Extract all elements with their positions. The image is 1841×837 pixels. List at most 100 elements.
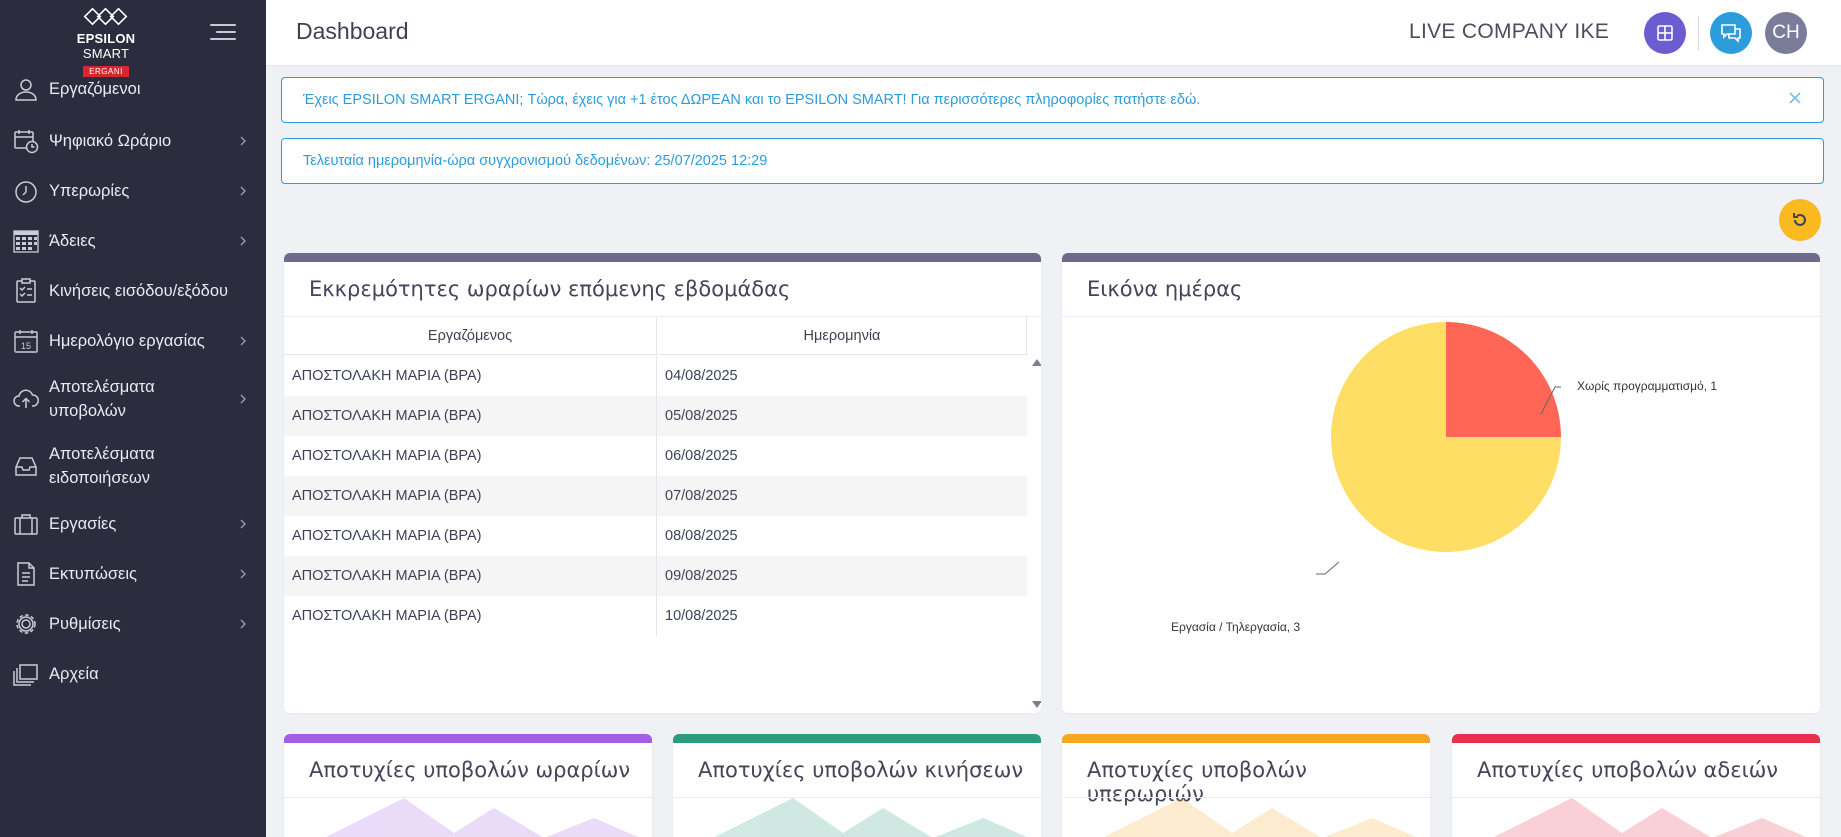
date-cell: 06/08/2025 (665, 448, 738, 464)
date-cell: 07/08/2025 (665, 488, 738, 504)
clipboard-check-icon (16, 278, 36, 303)
sidebar-item-work-calendar[interactable]: 15 Ημερολόγιο εργασίας (0, 328, 266, 354)
sidebar-item-label: Ημερολόγιο εργασίας (49, 332, 205, 350)
sidebar-item-label-line1: Αποτελέσματα (49, 445, 155, 463)
chevron-right-icon (240, 186, 246, 196)
logo-text: EPSILON SMART (56, 31, 156, 61)
messages-button[interactable] (1710, 12, 1752, 54)
column-header-date[interactable]: Ημερομηνία (657, 328, 1027, 344)
table-row[interactable]: ΑΠΟΣΤΟΛΑΚΗ ΜΑΡΙΑ (ΒΡΑ) 05/08/2025 (284, 396, 1027, 436)
card-top-bar (673, 734, 1041, 743)
employee-cell: ΑΠΟΣΤΟΛΑΚΗ ΜΑΡΙΑ (ΒΡΑ) (292, 568, 482, 584)
sidebar-item-label-line2: ειδοποιήσεων (49, 469, 150, 487)
pie-slice-0[interactable] (1446, 322, 1561, 437)
calendar-grid-icon (13, 230, 39, 253)
close-icon[interactable] (1787, 90, 1803, 106)
column-header-employee[interactable]: Εργαζόμενος (284, 328, 656, 344)
header-divider (1698, 16, 1699, 50)
sync-alert-text: Τελευταία ημερομηνία-ώρα συγχρονισμού δε… (303, 153, 768, 169)
card-background-chart (1494, 798, 1807, 837)
stopwatch-icon (15, 181, 37, 203)
card-title: Αποτυχίες υποβολών κινήσεων (698, 758, 1024, 782)
sidebar-item-label: Ψηφιακό Ωράριο (49, 132, 172, 150)
sidebar-item-notification-results[interactable]: Αποτελέσματα ειδοποιήσεων (0, 441, 266, 491)
sidebar-item-submission-results[interactable]: Αποτελέσματα υποβολών (0, 374, 266, 424)
sidebar-item-printouts[interactable]: Εκτυπώσεις (0, 561, 266, 587)
sidebar-item-label: Άδειες (49, 232, 96, 250)
sidebar-item-files[interactable]: Αρχεία (0, 661, 266, 687)
user-icon (15, 79, 37, 101)
company-name[interactable]: LIVE COMPANY IKE (1409, 20, 1609, 44)
card-background-chart (715, 798, 1028, 837)
inbox-icon (15, 457, 37, 476)
sidebar-item-tasks[interactable]: Εργασίες (0, 511, 266, 537)
employee-cell: ΑΠΟΣΤΟΛΑΚΗ ΜΑΡΙΑ (ΒΡΑ) (292, 608, 482, 624)
movement-failures-card: Αποτυχίες υποβολών κινήσεων (673, 734, 1041, 837)
leave-failures-card: Αποτυχίες υποβολών αδειών (1452, 734, 1820, 837)
table-row[interactable]: ΑΠΟΣΤΟΛΑΚΗ ΜΑΡΙΑ (ΒΡΑ) 08/08/2025 (284, 516, 1027, 556)
column-separator (656, 396, 657, 436)
date-cell: 09/08/2025 (665, 568, 738, 584)
card-background-chart (326, 798, 639, 837)
leader-line-work (1316, 561, 1340, 575)
sidebar-item-settings[interactable]: Ρυθμίσεις (0, 611, 266, 637)
chevron-right-icon (240, 519, 246, 529)
refresh-button[interactable] (1779, 199, 1821, 241)
card-top-bar (1062, 734, 1430, 743)
employee-cell: ΑΠΟΣΤΟΛΑΚΗ ΜΑΡΙΑ (ΒΡΑ) (292, 488, 482, 504)
calendar-clock-icon (14, 130, 39, 154)
refresh-icon (1793, 213, 1806, 226)
chevron-right-icon (240, 336, 246, 346)
calendar-15-icon: 15 (14, 330, 38, 353)
table-row[interactable]: ΑΠΟΣΤΟΛΑΚΗ ΜΑΡΙΑ (ΒΡΑ) 04/08/2025 (284, 356, 1027, 396)
sidebar-item-label: Ρυθμίσεις (49, 615, 121, 633)
sidebar-item-label-line1: Αποτελέσματα (49, 378, 155, 396)
sidebar-item-label: Αρχεία (49, 665, 99, 683)
sidebar-item-employees[interactable]: Εργαζόμενοι (0, 76, 266, 102)
files-icon (13, 664, 38, 686)
column-separator (656, 436, 657, 476)
table-row[interactable]: ΑΠΟΣΤΟΛΑΚΗ ΜΑΡΙΑ (ΒΡΑ) 10/08/2025 (284, 596, 1027, 636)
date-cell: 10/08/2025 (665, 608, 738, 624)
scroll-down-arrow[interactable] (1032, 701, 1041, 708)
day-overview-pie-chart (1316, 322, 1561, 575)
brand: EPSILON SMART ERGANI (0, 0, 266, 77)
sidebar-item-digital-schedule[interactable]: Ψηφιακό Ωράριο (0, 128, 266, 154)
table-row[interactable]: ΑΠΟΣΤΟΛΑΚΗ ΜΑΡΙΑ (ΒΡΑ) 07/08/2025 (284, 476, 1027, 516)
menu-toggle-button[interactable] (210, 22, 236, 42)
user-avatar[interactable]: CH (1765, 12, 1807, 54)
sidebar-item-leaves[interactable]: Άδειες (0, 228, 266, 254)
card-title: Αποτυχίες υποβολών αδειών (1477, 758, 1779, 782)
table-row[interactable]: ΑΠΟΣΤΟΛΑΚΗ ΜΑΡΙΑ (ΒΡΑ) 06/08/2025 (284, 436, 1027, 476)
card-title: Εκκρεμότητες ωραρίων επόμενης εβδομάδας (309, 277, 791, 301)
gear-icon (16, 614, 36, 634)
promo-alert-text[interactable]: Έχεις EPSILON SMART ERGANI; Τώρα, έχεις … (303, 92, 1200, 108)
sidebar-item-label: Εργαζόμενοι (49, 80, 141, 98)
chevron-right-icon (240, 569, 246, 579)
employee-cell: ΑΠΟΣΤΟΛΑΚΗ ΜΑΡΙΑ (ΒΡΑ) (292, 408, 482, 424)
sidebar-item-entry-exit[interactable]: Κινήσεις εισόδου/εξόδου (0, 278, 266, 304)
card-top-bar (284, 253, 1041, 262)
document-icon (17, 562, 35, 586)
pie-label-unscheduled: Χωρίς προγραμματισμό, 1 (1577, 379, 1718, 393)
date-cell: 05/08/2025 (665, 408, 738, 424)
chevron-right-icon (240, 136, 246, 146)
chevron-right-icon (240, 394, 246, 404)
logo-name-rest: SMART (82, 46, 130, 61)
sidebar: EPSILON SMART ERGANI Εργαζόμενοι Ψηφιακό… (0, 0, 266, 837)
employee-cell: ΑΠΟΣΤΟΛΑΚΗ ΜΑΡΙΑ (ΒΡΑ) (292, 528, 482, 544)
scroll-up-arrow[interactable] (1032, 359, 1041, 366)
table-row[interactable]: ΑΠΟΣΤΟΛΑΚΗ ΜΑΡΙΑ (ΒΡΑ) 09/08/2025 (284, 556, 1027, 596)
column-separator (656, 596, 657, 636)
briefcase-icon (14, 514, 38, 535)
top-header: Dashboard LIVE COMPANY IKE CH (266, 0, 1841, 66)
epsilon-smart-logo[interactable]: EPSILON SMART ERGANI (56, 6, 156, 79)
promo-alert[interactable]: Έχεις EPSILON SMART ERGANI; Τώρα, έχεις … (281, 77, 1824, 123)
card-top-bar (1452, 734, 1820, 743)
pie-label-work: Εργασία / Τηλεργασία, 3 (1171, 620, 1301, 634)
logo-mark-icon (83, 7, 128, 26)
employee-cell: ΑΠΟΣΤΟΛΑΚΗ ΜΑΡΙΑ (ΒΡΑ) (292, 448, 482, 464)
apps-button[interactable] (1644, 12, 1686, 54)
pending-schedules-card: Εκκρεμότητες ωραρίων επόμενης εβδομάδας … (284, 253, 1041, 713)
sidebar-item-overtime[interactable]: Υπερωρίες (0, 178, 266, 204)
